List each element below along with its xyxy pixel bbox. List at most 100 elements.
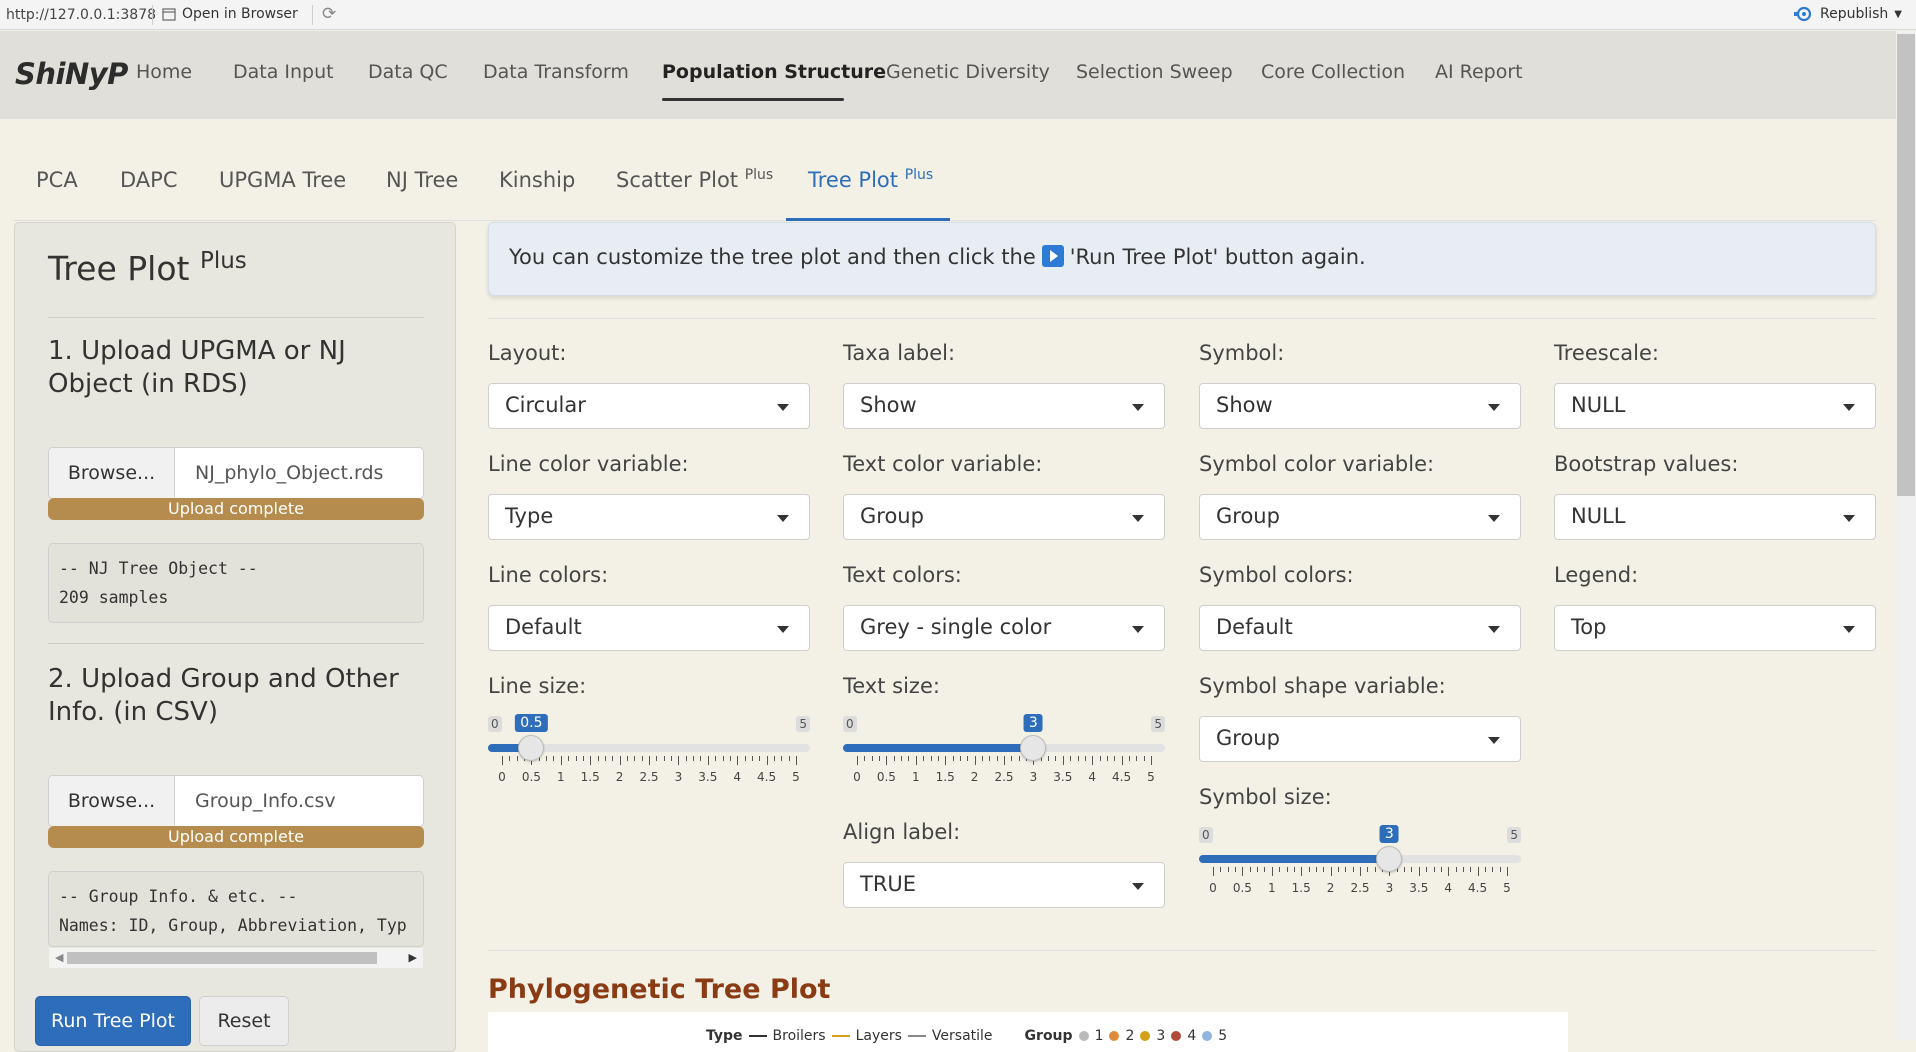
slider-tick — [1477, 867, 1479, 876]
scrollbar-thumb[interactable] — [67, 952, 377, 964]
slider-tick — [996, 756, 998, 761]
tab-pca[interactable]: PCA — [36, 168, 78, 192]
slider-tick-label: 5 — [1503, 881, 1511, 895]
group-file-input[interactable]: Browse... Group_Info.csv — [48, 775, 424, 827]
line-size-slider[interactable]: 0 5 0.5 0 0.5 1 1.5 2 2.5 3 3.5 4 4.5 5 — [488, 714, 810, 786]
slider-tick — [1462, 867, 1464, 872]
nav-genetic-diversity[interactable]: Genetic Diversity — [886, 61, 1050, 83]
slider-tick-label: 3 — [1385, 881, 1394, 895]
slider-tick — [744, 756, 746, 761]
caret-down-icon — [777, 626, 789, 633]
nav-selection-sweep[interactable]: Selection Sweep — [1076, 61, 1233, 83]
selected-value: Circular — [505, 393, 586, 417]
slider-tick-label: 1.5 — [935, 770, 955, 784]
slider-tick-label: 1 — [1267, 881, 1276, 895]
align-label-select[interactable]: TRUE — [843, 862, 1165, 908]
nav-data-transform[interactable]: Data Transform — [483, 61, 629, 83]
nav-home[interactable]: Home — [136, 61, 192, 83]
treescale-select[interactable]: NULL — [1554, 383, 1876, 429]
tree-plot-image: Type Broilers Layers Versatile Group 1 2 3 4 5 — [488, 1012, 1568, 1052]
slider-tick — [1337, 867, 1339, 872]
slider-tick — [1433, 867, 1435, 872]
scroll-right-icon[interactable]: ▶ — [409, 951, 417, 964]
slider-tick — [1323, 867, 1325, 872]
text-color-variable-select[interactable]: Group — [843, 494, 1165, 540]
tab-upgma-tree[interactable]: UPGMA Tree — [219, 168, 346, 192]
slider-tick — [1121, 756, 1123, 765]
file-name: NJ_phylo_Object.rds — [195, 462, 384, 484]
legend-select[interactable]: Top — [1554, 605, 1876, 651]
info-text-start: You can customize the tree plot and then… — [509, 245, 1036, 269]
nav-core-collection[interactable]: Core Collection — [1261, 61, 1405, 83]
brand-logo[interactable]: ShiNyP — [15, 57, 128, 91]
slider-tick — [1106, 756, 1108, 761]
text-colors-select[interactable]: Grey - single color — [843, 605, 1165, 651]
tab-nj-tree[interactable]: NJ Tree — [386, 168, 458, 192]
symbol-shape-variable-select[interactable]: Group — [1199, 716, 1521, 762]
scroll-left-icon[interactable]: ◀ — [55, 951, 63, 964]
tab-tree-plot-plus[interactable]: Tree Plot Plus — [808, 168, 933, 192]
file-name: Group_Info.csv — [195, 790, 336, 812]
caret-down-icon — [1843, 626, 1855, 633]
horizontal-scrollbar[interactable]: ◀ ▶ — [49, 948, 423, 968]
reset-button[interactable]: Reset — [199, 996, 289, 1046]
caret-down-icon — [1132, 626, 1144, 633]
chevron-down-icon[interactable]: ▼ — [1894, 9, 1902, 20]
slider-max-label: 5 — [1507, 827, 1521, 843]
slider-tick — [1213, 867, 1214, 876]
browse-button[interactable]: Browse... — [49, 448, 175, 498]
run-tree-plot-button[interactable]: Run Tree Plot — [35, 996, 191, 1046]
slider-handle[interactable] — [1376, 846, 1403, 872]
scrollbar-thumb[interactable] — [1897, 34, 1915, 496]
tab-kinship[interactable]: Kinship — [499, 168, 575, 192]
taxa-label-select[interactable]: Show — [843, 383, 1165, 429]
browse-button[interactable]: Browse... — [49, 776, 175, 826]
nav-data-input[interactable]: Data Input — [233, 61, 334, 83]
layout-select[interactable]: Circular — [488, 383, 810, 429]
symbol-select[interactable]: Show — [1199, 383, 1521, 429]
refresh-icon[interactable]: ⟳ — [322, 4, 336, 24]
slider-tick — [857, 756, 858, 765]
tree-file-input[interactable]: Browse... NJ_phylo_Object.rds — [48, 447, 424, 499]
tab-label: UPGMA Tree — [219, 168, 347, 192]
slider-tick-label: 2 — [970, 770, 979, 784]
tab-dapc[interactable]: DAPC — [120, 168, 178, 192]
tree-object-info: -- NJ Tree Object -- 209 samples — [48, 543, 424, 623]
slider-handle[interactable] — [518, 735, 545, 761]
nav-population-structure[interactable]: Population Structure — [662, 61, 886, 83]
nav-ai-report[interactable]: AI Report — [1435, 61, 1523, 83]
symbol-size-slider[interactable]: 0 5 3 0 0.5 1 1.5 2 2.5 3 3.5 4 4.5 5 — [1199, 825, 1521, 897]
slider-tick — [923, 756, 925, 761]
nav-data-qc[interactable]: Data QC — [368, 61, 448, 83]
slider-tick — [1055, 756, 1057, 761]
slider-tick-label: 0 — [853, 770, 861, 784]
slider-handle[interactable] — [1020, 735, 1047, 761]
browser-window-icon — [162, 7, 176, 21]
open-in-browser-button[interactable]: Open in Browser — [162, 6, 298, 22]
bootstrap-values-select[interactable]: NULL — [1554, 494, 1876, 540]
slider-tick-label: 0 — [1209, 881, 1217, 895]
slider-tick — [886, 756, 888, 765]
text-size-label: Text size: — [843, 674, 940, 698]
symbol-color-variable-select[interactable]: Group — [1199, 494, 1521, 540]
tab-label: Tree Plot — [808, 168, 899, 192]
slider-tick — [1352, 867, 1354, 872]
slider-tick — [1062, 756, 1064, 765]
legend-group-title: Group — [1024, 1028, 1073, 1044]
selected-value: NULL — [1571, 504, 1626, 528]
caret-down-icon — [1132, 515, 1144, 522]
slider-tick-label: 3 — [674, 770, 683, 784]
slider-tick — [1084, 756, 1086, 761]
text-color-variable-label: Text color variable: — [843, 452, 1043, 476]
text-size-slider[interactable]: 0 5 3 0 0.5 1 1.5 2 2.5 3 3.5 4 4.5 5 — [843, 714, 1165, 786]
slider-tick — [1070, 756, 1072, 761]
slider-tick — [1092, 756, 1094, 765]
line-color-variable-select[interactable]: Type — [488, 494, 810, 540]
republish-button[interactable]: Republish ▼ — [1793, 6, 1902, 22]
slider-tick — [715, 756, 717, 761]
symbol-colors-select[interactable]: Default — [1199, 605, 1521, 651]
slider-tick-label: 1 — [911, 770, 920, 784]
line-colors-select[interactable]: Default — [488, 605, 810, 651]
slider-tick — [967, 756, 969, 761]
tab-scatter-plot-plus[interactable]: Scatter Plot Plus — [616, 168, 773, 192]
